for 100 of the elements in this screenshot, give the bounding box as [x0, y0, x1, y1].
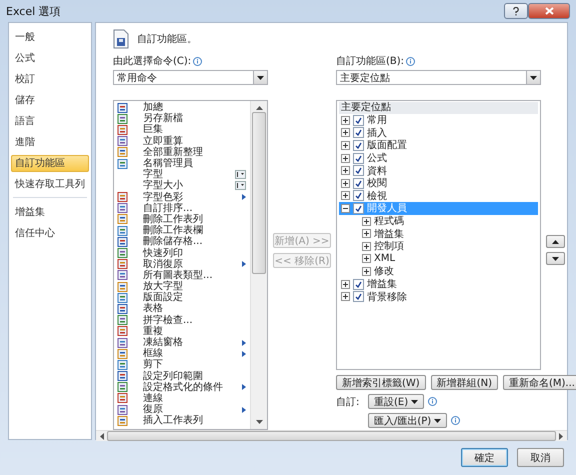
- sidebar-item[interactable]: 儲存: [11, 92, 89, 109]
- dropdown[interactable]: 常用命令: [113, 70, 268, 85]
- command-item[interactable]: 連線: [143, 392, 250, 404]
- checkbox[interactable]: [353, 190, 364, 202]
- command-item[interactable]: 自訂排序...: [143, 202, 250, 214]
- dropdown[interactable]: 主要定位點: [336, 70, 541, 85]
- sidebar-item[interactable]: 信任中心: [11, 225, 89, 242]
- command-item[interactable]: 快速列印: [143, 248, 250, 259]
- command-item[interactable]: 復原: [143, 404, 242, 416]
- tree-item[interactable]: 控制項: [374, 239, 404, 254]
- action-button[interactable]: 新增群組(N): [430, 375, 498, 390]
- expand-icon[interactable]: [341, 280, 350, 289]
- sidebar-item[interactable]: 進階: [11, 134, 89, 151]
- scroll-left-icon[interactable]: [100, 432, 104, 440]
- command-item[interactable]: 重複: [143, 326, 250, 337]
- expand-icon[interactable]: [341, 140, 350, 150]
- command-item[interactable]: 取消復原: [143, 258, 242, 270]
- tree-item[interactable]: 增益集: [374, 226, 404, 241]
- action-button[interactable]: 新增索引標籤(W): [336, 375, 426, 390]
- command-item[interactable]: 字型色彩: [143, 192, 242, 203]
- tree-item[interactable]: 程式碼: [374, 214, 404, 228]
- command-item[interactable]: 設定列印範圍: [143, 370, 250, 382]
- expand-icon[interactable]: [362, 229, 371, 238]
- tree-item[interactable]: 修改: [374, 264, 394, 278]
- command-item[interactable]: 刪除工作表欄: [143, 225, 250, 236]
- help-button[interactable]: [504, 3, 528, 19]
- scroll-right-icon[interactable]: [559, 432, 563, 440]
- command-item[interactable]: 設定格式化的條件: [143, 382, 242, 393]
- command-item[interactable]: 框線: [143, 348, 242, 360]
- command-item[interactable]: 所有圖表類型...: [143, 270, 250, 281]
- close-button[interactable]: [528, 3, 570, 19]
- tree-item[interactable]: 版面配置: [339, 139, 538, 152]
- command-item[interactable]: 刪除工作表列: [143, 214, 250, 225]
- scrollbar[interactable]: [250, 101, 267, 429]
- command-item[interactable]: 字型大小: [143, 180, 235, 192]
- command-item[interactable]: 字型: [143, 169, 235, 180]
- sidebar-item[interactable]: 快速存取工具列: [11, 176, 89, 193]
- sidebar-item[interactable]: 語言: [11, 113, 89, 130]
- command-item[interactable]: 名稱管理員: [143, 158, 250, 170]
- move-up-button[interactable]: [546, 235, 565, 248]
- expand-icon[interactable]: [341, 128, 350, 138]
- collapse-icon[interactable]: [341, 204, 350, 213]
- command-item[interactable]: 立即重算: [143, 136, 250, 147]
- command-item[interactable]: 全部重新整理: [143, 146, 250, 158]
- checkbox[interactable]: [353, 291, 364, 302]
- expand-icon[interactable]: [341, 178, 350, 188]
- tree-item[interactable]: 公式: [339, 152, 538, 164]
- tree-item[interactable]: 常用: [339, 114, 538, 127]
- command-item[interactable]: 另存新檔: [143, 113, 250, 124]
- dialog-button[interactable]: 確定: [461, 448, 508, 467]
- checkbox[interactable]: [353, 152, 364, 164]
- checkbox[interactable]: [353, 114, 364, 126]
- command-icon: [117, 338, 129, 348]
- sidebar-item[interactable]: 自訂功能區: [11, 155, 89, 172]
- checkbox[interactable]: [353, 127, 364, 138]
- action-button[interactable]: 重新命名(M)...: [503, 375, 576, 390]
- expand-icon[interactable]: [362, 216, 371, 226]
- command-item[interactable]: 巨集: [143, 124, 250, 136]
- dialog-button[interactable]: 取消: [517, 448, 564, 467]
- command-item[interactable]: 刪除儲存格...: [143, 236, 250, 248]
- expand-icon[interactable]: [362, 254, 371, 264]
- checkbox[interactable]: [353, 202, 364, 214]
- expand-icon[interactable]: [362, 266, 371, 276]
- command-icon: [117, 214, 129, 224]
- sidebar-item[interactable]: 增益集: [11, 204, 89, 221]
- tree-item[interactable]: 資料: [339, 164, 538, 177]
- scroll-down-icon[interactable]: [256, 420, 262, 424]
- command-item[interactable]: 凍結窗格: [143, 337, 242, 348]
- sidebar-item[interactable]: 校訂: [11, 71, 89, 88]
- tree-item[interactable]: 插入: [339, 126, 538, 140]
- checkbox[interactable]: [353, 178, 364, 189]
- move-down-button[interactable]: [546, 252, 565, 265]
- expand-icon[interactable]: [341, 116, 350, 125]
- tree-item[interactable]: 背景移除: [339, 290, 538, 303]
- tree-item[interactable]: XML: [374, 253, 396, 264]
- import-export-button[interactable]: 匯入/匯出(P): [368, 413, 448, 428]
- checkbox[interactable]: [353, 278, 364, 290]
- command-item[interactable]: 拼字檢查...: [143, 314, 250, 326]
- command-item[interactable]: 加總: [143, 102, 250, 114]
- command-item[interactable]: 插入工作表列: [143, 415, 250, 426]
- expand-icon[interactable]: [341, 154, 350, 163]
- sidebar-item[interactable]: 一般: [11, 29, 89, 46]
- scrollbar[interactable]: [96, 430, 567, 441]
- tree-item[interactable]: 校閱: [339, 176, 538, 190]
- command-item[interactable]: 版面設定: [143, 292, 250, 304]
- command-item[interactable]: 表格: [143, 303, 250, 314]
- command-item[interactable]: 放大字型: [143, 281, 250, 292]
- tree-item[interactable]: 增益集: [339, 278, 538, 290]
- expand-icon[interactable]: [362, 242, 371, 251]
- scroll-up-icon[interactable]: [256, 106, 262, 110]
- command-item[interactable]: 剪下: [143, 359, 250, 370]
- expand-icon[interactable]: [341, 166, 350, 176]
- sidebar-item[interactable]: 公式: [11, 50, 89, 67]
- checkbox[interactable]: [353, 165, 364, 176]
- tree-item[interactable]: 檢視: [339, 190, 538, 202]
- expand-icon[interactable]: [341, 292, 350, 302]
- checkbox[interactable]: [353, 140, 364, 151]
- expand-icon[interactable]: [341, 191, 350, 200]
- caret-icon: [434, 418, 442, 422]
- reset-button[interactable]: 重設(E): [368, 394, 424, 409]
